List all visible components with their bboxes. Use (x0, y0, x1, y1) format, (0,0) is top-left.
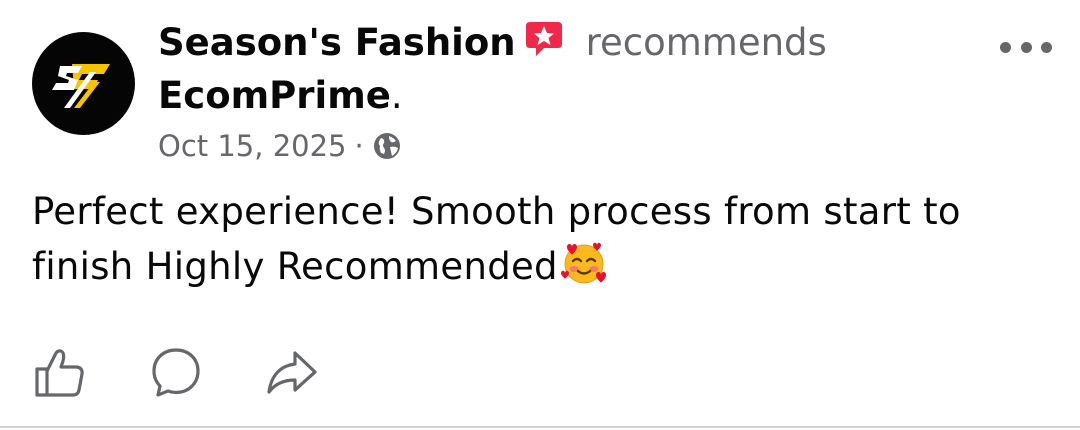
post-date[interactable]: Oct 15, 2025 (158, 126, 347, 166)
smiling-face-with-hearts-icon (560, 239, 608, 287)
like-button[interactable] (30, 342, 90, 402)
more-dot (1020, 41, 1032, 53)
more-dot (1041, 41, 1052, 53)
page-suffix: . (390, 74, 403, 117)
post-divider (0, 426, 1080, 428)
recommended-page-name[interactable]: EcomPrime (158, 74, 391, 117)
post-meta: Oct 15, 2025 · (158, 126, 402, 166)
post-header: Season's Fashion recommends EcomPrime. (158, 18, 978, 121)
meta-separator: · (354, 129, 364, 163)
post-actions (30, 342, 378, 402)
page-avatar[interactable] (32, 32, 135, 135)
action-verb: recommends (585, 21, 827, 64)
review-post: Season's Fashion recommends EcomPrime. O… (0, 0, 1080, 428)
comment-button[interactable] (146, 342, 206, 402)
recommended-page-line: EcomPrime. (158, 71, 978, 121)
globe-icon (372, 131, 402, 161)
more-dot (1000, 41, 1011, 53)
author-name[interactable]: Season's Fashion (158, 21, 516, 64)
more-options-icon[interactable] (1000, 32, 1052, 62)
sf-logo-icon (51, 63, 110, 108)
like-thumb-icon (35, 349, 84, 397)
share-button[interactable] (262, 342, 322, 402)
recommend-star-icon (524, 20, 564, 71)
post-body: Perfect experience! Smooth process from … (32, 185, 1042, 294)
share-arrow-icon (267, 351, 317, 394)
post-headline: Season's Fashion recommends (158, 18, 978, 71)
comment-bubble-icon (152, 348, 200, 397)
post-text: Perfect experience! Smooth process from … (32, 190, 961, 288)
